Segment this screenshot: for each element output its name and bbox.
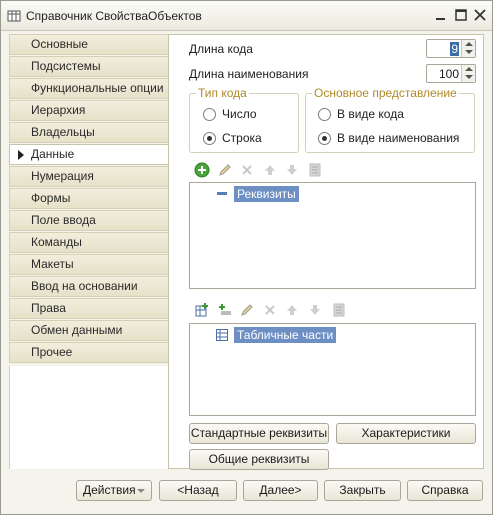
- code-type-title: Тип кода: [196, 86, 249, 100]
- attributes-tree[interactable]: Реквизиты: [189, 182, 476, 289]
- nav-item-label: Права: [31, 301, 66, 315]
- data-panel: Длина кода 9 Длина наименования 100 Тип …: [168, 34, 484, 470]
- nav-item-label: Подсистемы: [31, 59, 101, 73]
- table-icon: [216, 329, 228, 341]
- minimize-icon[interactable]: [433, 7, 449, 23]
- arrow-up-icon[interactable]: [465, 67, 473, 71]
- nav-item-data-exchange[interactable]: Обмен данными: [9, 320, 169, 341]
- code-length-value: 9: [450, 42, 459, 56]
- nav-item-commands[interactable]: Команды: [9, 232, 169, 253]
- chevron-down-icon: [137, 489, 145, 493]
- catalog-editor-window: Справочник СвойстваОбъектов Основные Под…: [0, 0, 493, 515]
- actions-label: Действия: [83, 483, 136, 497]
- collapse-icon[interactable]: [217, 192, 227, 196]
- stepper-buttons[interactable]: [461, 65, 475, 82]
- code-length-label: Длина кода: [189, 42, 253, 56]
- radio-as-name[interactable]: [318, 132, 331, 145]
- nav-item-main[interactable]: Основные: [9, 34, 169, 55]
- tree-node-tabular-parts[interactable]: Табличные части: [234, 327, 337, 343]
- radio-as-code[interactable]: [318, 108, 331, 121]
- nav-item-label: Макеты: [31, 257, 74, 271]
- nav-item-label: Нумерация: [31, 169, 94, 183]
- radio-number-label: Число: [222, 107, 257, 121]
- add-column-icon[interactable]: [217, 302, 233, 318]
- sort-icon[interactable]: [307, 162, 323, 178]
- nav-item-numbering[interactable]: Нумерация: [9, 166, 169, 187]
- nav-item-input-field[interactable]: Поле ввода: [9, 210, 169, 231]
- window-title: Справочник СвойстваОбъектов: [26, 9, 202, 23]
- nav-item-owners[interactable]: Владельцы: [9, 122, 169, 143]
- arrow-down-icon[interactable]: [465, 75, 473, 79]
- name-length-value: 100: [438, 67, 459, 81]
- nav-item-forms[interactable]: Формы: [9, 188, 169, 209]
- code-type-group: Тип кода Число Строка: [189, 86, 299, 153]
- nav-empty-area: [9, 366, 169, 469]
- radio-as-name-label: В виде наименования: [337, 131, 460, 145]
- nav-item-label: Функциональные опции: [31, 81, 164, 95]
- code-length-stepper[interactable]: 9: [426, 39, 476, 58]
- move-up-icon[interactable]: [262, 162, 278, 178]
- standard-attributes-button[interactable]: Стандартные реквизиты: [189, 423, 329, 444]
- close-button[interactable]: Закрыть: [324, 480, 401, 501]
- next-button[interactable]: Далее>: [243, 480, 318, 501]
- edit-icon[interactable]: [239, 302, 255, 318]
- radio-string[interactable]: [203, 132, 216, 145]
- arrow-down-icon[interactable]: [465, 50, 473, 54]
- main-presentation-group: Основное представление В виде кода В вид…: [305, 86, 475, 153]
- arrow-up-icon[interactable]: [465, 42, 473, 46]
- section-nav: Основные Подсистемы Функциональные опции…: [9, 34, 169, 364]
- sort-icon[interactable]: [331, 302, 347, 318]
- catalog-icon: [7, 10, 21, 22]
- nav-item-label: Формы: [31, 191, 71, 205]
- nav-item-label: Данные: [31, 147, 75, 161]
- add-icon[interactable]: [194, 162, 210, 178]
- tabular-toolbar: [194, 302, 354, 320]
- radio-number[interactable]: [203, 108, 216, 121]
- nav-item-label: Владельцы: [31, 125, 95, 139]
- nav-item-input-based-on[interactable]: Ввод на основании: [9, 276, 169, 297]
- nav-item-label: Прочее: [31, 345, 73, 359]
- radio-string-label: Строка: [222, 131, 262, 145]
- nav-item-label: Поле ввода: [31, 213, 96, 227]
- move-down-icon[interactable]: [307, 302, 323, 318]
- back-button[interactable]: <Назад: [159, 480, 237, 501]
- move-up-icon[interactable]: [284, 302, 300, 318]
- nav-item-hierarchy[interactable]: Иерархия: [9, 100, 169, 121]
- nav-item-label: Иерархия: [31, 103, 86, 117]
- tree-node-attributes[interactable]: Реквизиты: [234, 186, 299, 202]
- nav-item-templates[interactable]: Макеты: [9, 254, 169, 275]
- help-button[interactable]: Справка: [407, 480, 483, 501]
- move-down-icon[interactable]: [284, 162, 300, 178]
- common-attributes-button[interactable]: Общие реквизиты: [189, 449, 329, 470]
- nav-item-label: Основные: [31, 37, 88, 51]
- stepper-buttons[interactable]: [461, 40, 475, 57]
- title-bar: Справочник СвойстваОбъектов: [1, 1, 492, 31]
- nav-item-data[interactable]: Данные: [9, 144, 169, 165]
- nav-item-other[interactable]: Прочее: [9, 342, 169, 363]
- actions-dropdown[interactable]: Действия: [76, 480, 152, 501]
- nav-item-functional-options[interactable]: Функциональные опции: [9, 78, 169, 99]
- nav-item-rights[interactable]: Права: [9, 298, 169, 319]
- attributes-toolbar: [194, 162, 334, 180]
- radio-as-code-label: В виде кода: [337, 107, 404, 121]
- triangle-right-icon: [18, 150, 24, 160]
- name-length-stepper[interactable]: 100: [426, 64, 476, 83]
- tabular-parts-tree[interactable]: Табличные части: [189, 323, 476, 416]
- close-icon[interactable]: [472, 7, 488, 23]
- delete-icon[interactable]: [239, 162, 255, 178]
- nav-item-subsystems[interactable]: Подсистемы: [9, 56, 169, 77]
- characteristics-button[interactable]: Характеристики: [336, 423, 476, 444]
- edit-icon[interactable]: [217, 162, 233, 178]
- main-presentation-title: Основное представление: [312, 86, 459, 100]
- nav-item-label: Команды: [31, 235, 82, 249]
- name-length-label: Длина наименования: [189, 67, 309, 81]
- add-table-icon[interactable]: [194, 302, 210, 318]
- nav-item-label: Ввод на основании: [31, 279, 138, 293]
- delete-icon[interactable]: [262, 302, 278, 318]
- nav-item-label: Обмен данными: [31, 323, 123, 337]
- maximize-icon[interactable]: [453, 7, 469, 23]
